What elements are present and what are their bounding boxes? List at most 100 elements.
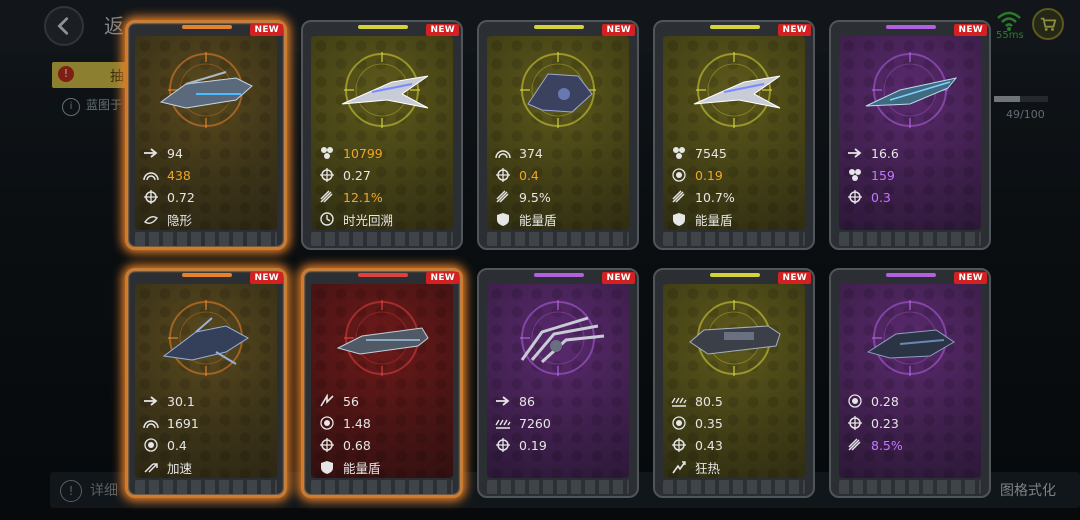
- stat-list: 30.1 1691 0.4 加速: [143, 390, 273, 478]
- ship-card[interactable]: 94 438 0.72 隐形 NEW: [125, 20, 287, 250]
- stat-row: 能量盾: [671, 208, 801, 230]
- stat-list: 86 7260 0.19: [495, 390, 625, 456]
- new-badge: NEW: [426, 24, 459, 36]
- rarity-marker: [534, 25, 584, 29]
- card-panel: 94 438 0.72 隐形: [135, 36, 277, 230]
- stat-row: 159: [847, 164, 977, 186]
- stat-value: 0.19: [519, 437, 547, 453]
- stat-row: 86: [495, 390, 625, 412]
- card-footer: [135, 480, 277, 494]
- new-badge: NEW: [250, 272, 283, 284]
- new-badge: NEW: [602, 272, 635, 284]
- card-footer: [487, 232, 629, 246]
- card-footer: [135, 232, 277, 246]
- burst-icon: [320, 394, 334, 407]
- crosshair-icon: [320, 168, 334, 182]
- stat-value: 0.19: [695, 167, 723, 183]
- stat-value: 56: [343, 393, 359, 409]
- card-panel: 0.28 0.23 8.5%: [839, 284, 981, 478]
- stat-list: 7545 0.19 10.7% 能量盾: [671, 142, 801, 230]
- stat-row: 438: [143, 164, 273, 186]
- ship-image: [693, 75, 781, 109]
- stat-row: 0.19: [671, 164, 801, 186]
- card-panel: 80.5 0.35 0.43 狂热: [663, 284, 805, 478]
- stat-row: 374: [495, 142, 625, 164]
- crosshair-icon: [496, 438, 510, 452]
- stat-value: 1.48: [343, 415, 371, 431]
- missile-icon: [672, 190, 685, 203]
- time-rewind-icon: [320, 212, 334, 226]
- stealth-icon: [143, 215, 159, 225]
- card-panel: 374 0.4 9.5% 能量盾: [487, 36, 629, 230]
- ship-card[interactable]: 0.28 0.23 8.5% NEW: [829, 268, 991, 498]
- stat-list: 80.5 0.35 0.43 狂热: [671, 390, 801, 478]
- shield-icon: [321, 461, 333, 474]
- stat-row: 0.35: [671, 412, 801, 434]
- stat-row: 56: [319, 390, 449, 412]
- ship-card[interactable]: 374 0.4 9.5% 能量盾 NEW: [477, 20, 639, 250]
- card-panel: 56 1.48 0.68 能量盾: [311, 284, 453, 478]
- stat-row: 0.4: [495, 164, 625, 186]
- stat-row: 能量盾: [319, 456, 449, 478]
- stat-list: 94 438 0.72 隐形: [143, 142, 273, 230]
- ship-card[interactable]: 80.5 0.35 0.43 狂热 NEW: [653, 268, 815, 498]
- stat-value: 能量盾: [519, 212, 557, 228]
- missile-icon: [848, 438, 861, 451]
- card-footer: [487, 480, 629, 494]
- card-panel: 86 7260 0.19: [487, 284, 629, 478]
- new-badge: NEW: [250, 24, 283, 36]
- rarity-marker: [182, 273, 232, 277]
- stat-value: 1691: [167, 415, 199, 431]
- rarity-marker: [710, 273, 760, 277]
- armor-arc-icon: [495, 150, 511, 159]
- shield-icon: [673, 213, 685, 226]
- ship-card[interactable]: 7545 0.19 10.7% 能量盾 NEW: [653, 20, 815, 250]
- card-footer: [663, 232, 805, 246]
- crosshair-icon: [496, 168, 510, 182]
- armor-arc-icon: [143, 172, 159, 181]
- stat-row: 80.5: [671, 390, 801, 412]
- stat-row: 能量盾: [495, 208, 625, 230]
- barrage-icon: [671, 397, 687, 407]
- stat-row: 0.28: [847, 390, 977, 412]
- ship-card[interactable]: 56 1.48 0.68 能量盾 NEW: [301, 268, 463, 498]
- stat-value: 7545: [695, 145, 727, 161]
- ship-card[interactable]: 86 7260 0.19 NEW: [477, 268, 639, 498]
- stat-row: 30.1: [143, 390, 273, 412]
- stat-row: 0.23: [847, 412, 977, 434]
- stat-value: 0.28: [871, 393, 899, 409]
- card-footer: [311, 232, 453, 246]
- new-badge: NEW: [954, 272, 987, 284]
- stat-list: 10799 0.27 12.1% 时光回溯: [319, 142, 449, 230]
- stat-row: 9.5%: [495, 186, 625, 208]
- cluster-icon: [321, 147, 333, 159]
- stat-value: 0.43: [695, 437, 723, 453]
- ship-card[interactable]: 30.1 1691 0.4 加速 NEW: [125, 268, 287, 498]
- boost-icon: [144, 463, 158, 473]
- stat-row: 狂热: [671, 456, 801, 478]
- stat-row: 16.6: [847, 142, 977, 164]
- ship-card[interactable]: 16.6 159 0.3 NEW: [829, 20, 991, 250]
- target-icon: [320, 416, 334, 430]
- stat-row: 7545: [671, 142, 801, 164]
- stat-value: 10799: [343, 145, 383, 161]
- frenzy-icon: [672, 461, 686, 474]
- new-badge: NEW: [778, 272, 811, 284]
- target-icon: [672, 416, 686, 430]
- speed-arrow-icon: [496, 396, 510, 406]
- stat-value: 时光回溯: [343, 212, 394, 228]
- ship-image: [336, 327, 429, 355]
- ship-image: [159, 71, 253, 109]
- card-panel: 7545 0.19 10.7% 能量盾: [663, 36, 805, 230]
- target-icon: [672, 168, 686, 182]
- ship-image: [527, 73, 593, 113]
- stat-row: 0.4: [143, 434, 273, 456]
- target-icon: [144, 438, 158, 452]
- stat-value: 隐形: [167, 212, 193, 228]
- crosshair-icon: [848, 416, 862, 430]
- crosshair-icon: [320, 438, 334, 452]
- stat-row: 1.48: [319, 412, 449, 434]
- rarity-marker: [534, 273, 584, 277]
- ship-card[interactable]: 10799 0.27 12.1% 时光回溯 NEW: [301, 20, 463, 250]
- card-footer: [839, 232, 981, 246]
